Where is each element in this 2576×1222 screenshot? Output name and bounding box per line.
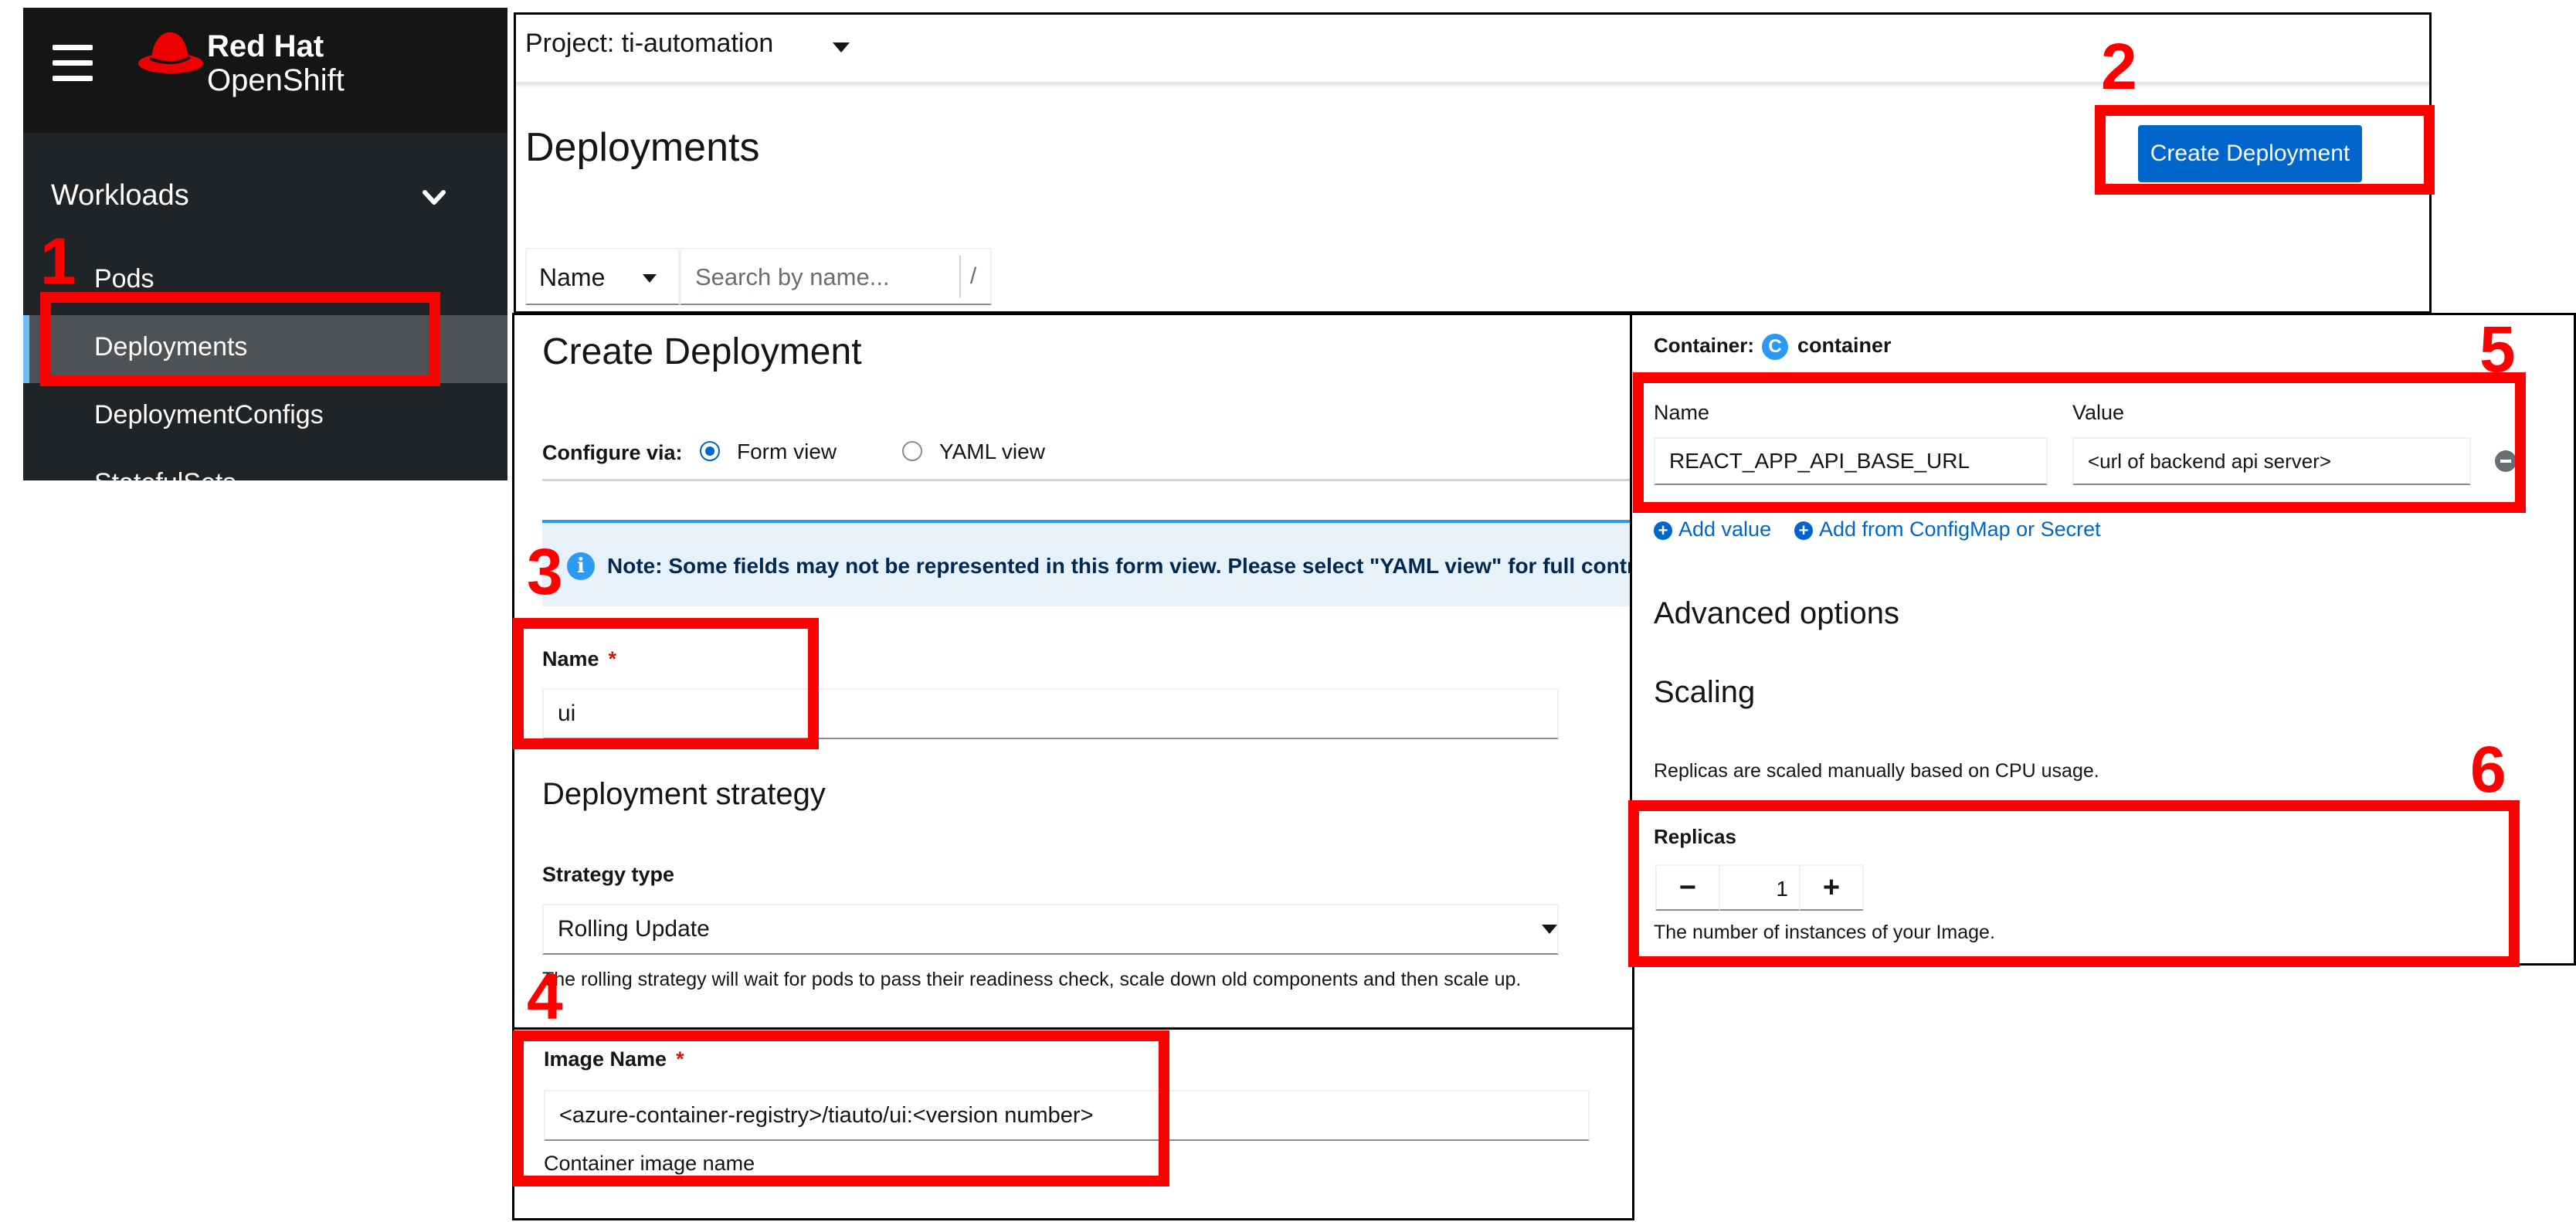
project-selector-bar: Project: ti-automation	[516, 15, 2429, 84]
add-from-configmap-text: Add from ConfigMap or Secret	[1819, 518, 2101, 541]
section-divider	[514, 1027, 1632, 1030]
deployment-strategy-heading: Deployment strategy	[542, 777, 826, 811]
container-badge-icon: C	[1762, 334, 1788, 360]
caret-down-icon[interactable]	[833, 42, 850, 53]
add-value-text: Add value	[1678, 518, 1772, 541]
yaml-view-label[interactable]: YAML view	[939, 440, 1045, 464]
container-name: container	[1797, 334, 1892, 357]
configure-via-row: Configure via: Form view YAML view	[542, 435, 1624, 474]
sidebar-item-statefulsets[interactable]: StatefulSets	[23, 451, 507, 480]
strategy-helper-text: The rolling strategy will wait for pods …	[542, 966, 1616, 993]
annotation-number: 3	[527, 535, 563, 608]
nav-section-workloads[interactable]: Workloads	[23, 162, 507, 232]
annotation-number: 1	[40, 225, 76, 297]
caret-down-icon	[643, 274, 657, 283]
advanced-options-heading: Advanced options	[1654, 596, 1900, 630]
masthead: Red Hat OpenShift	[23, 8, 507, 133]
info-alert-text: Note: Some fields may not be represented…	[607, 554, 1661, 578]
highlight-box-create-button	[2095, 105, 2435, 195]
highlight-box-replicas	[1628, 800, 2520, 967]
scaling-helper-text: Replicas are scaled manually based on CP…	[1654, 760, 2099, 782]
info-alert: i Note: Some fields may not be represent…	[542, 520, 1661, 606]
highlight-box-env-vars	[1633, 372, 2526, 513]
filter-type-label: Name	[539, 263, 606, 291]
highlight-box-name-field	[513, 618, 819, 749]
annotation-number: 5	[2479, 313, 2516, 385]
redhat-logo-icon	[138, 32, 203, 73]
add-from-configmap-link[interactable]: + Add from ConfigMap or Secret	[1794, 518, 2101, 541]
add-circle-icon: +	[1794, 521, 1813, 540]
form-view-label[interactable]: Form view	[737, 440, 837, 464]
strategy-helper-content: The rolling strategy will wait for pods …	[542, 969, 1522, 990]
hamburger-icon[interactable]	[53, 45, 93, 85]
strategy-type-value: Rolling Update	[558, 916, 710, 942]
project-selector[interactable]: Project: ti-automation	[525, 29, 773, 59]
filter-type-select[interactable]: Name	[525, 248, 680, 305]
search-input[interactable]	[695, 260, 942, 294]
page-title: Deployments	[525, 125, 760, 170]
highlight-box-image-name	[513, 1030, 1169, 1186]
brand-line1: Red Hat	[207, 29, 324, 63]
yaml-view-radio[interactable]	[902, 441, 922, 461]
annotation-number: 4	[527, 960, 563, 1033]
search-box: /	[680, 248, 992, 305]
strategy-type-label: Strategy type	[542, 863, 675, 886]
annotation-number: 6	[2470, 733, 2506, 806]
caret-down-icon	[1542, 925, 1557, 934]
brand-line2: OpenShift	[207, 63, 344, 97]
sidebar-item-label: DeploymentConfigs	[94, 400, 324, 429]
sidebar-panel: Red Hat OpenShift Workloads Pods Deploym…	[23, 8, 507, 480]
add-circle-icon: +	[1654, 521, 1672, 540]
sidebar-item-label: Pods	[94, 264, 154, 294]
configure-via-label: Configure via:	[542, 441, 683, 464]
strategy-type-select[interactable]: Rolling Update	[542, 904, 1559, 955]
nav-section-label: Workloads	[51, 179, 189, 212]
form-title: Create Deployment	[542, 331, 862, 372]
sidebar-item-deploymentconfigs[interactable]: DeploymentConfigs	[23, 383, 507, 451]
search-shortcut-hint: /	[959, 256, 986, 297]
info-icon: i	[567, 552, 595, 580]
add-value-link[interactable]: + Add value	[1654, 518, 1771, 541]
chevron-down-icon	[423, 190, 446, 205]
highlight-box-deployments	[40, 292, 440, 386]
form-view-radio[interactable]	[700, 441, 720, 461]
scaling-heading: Scaling	[1654, 675, 1756, 709]
divider	[542, 479, 1639, 481]
annotation-number: 2	[2101, 30, 2137, 103]
sidebar-item-label: StatefulSets	[94, 468, 236, 480]
container-label: Container:	[1654, 334, 1754, 357]
